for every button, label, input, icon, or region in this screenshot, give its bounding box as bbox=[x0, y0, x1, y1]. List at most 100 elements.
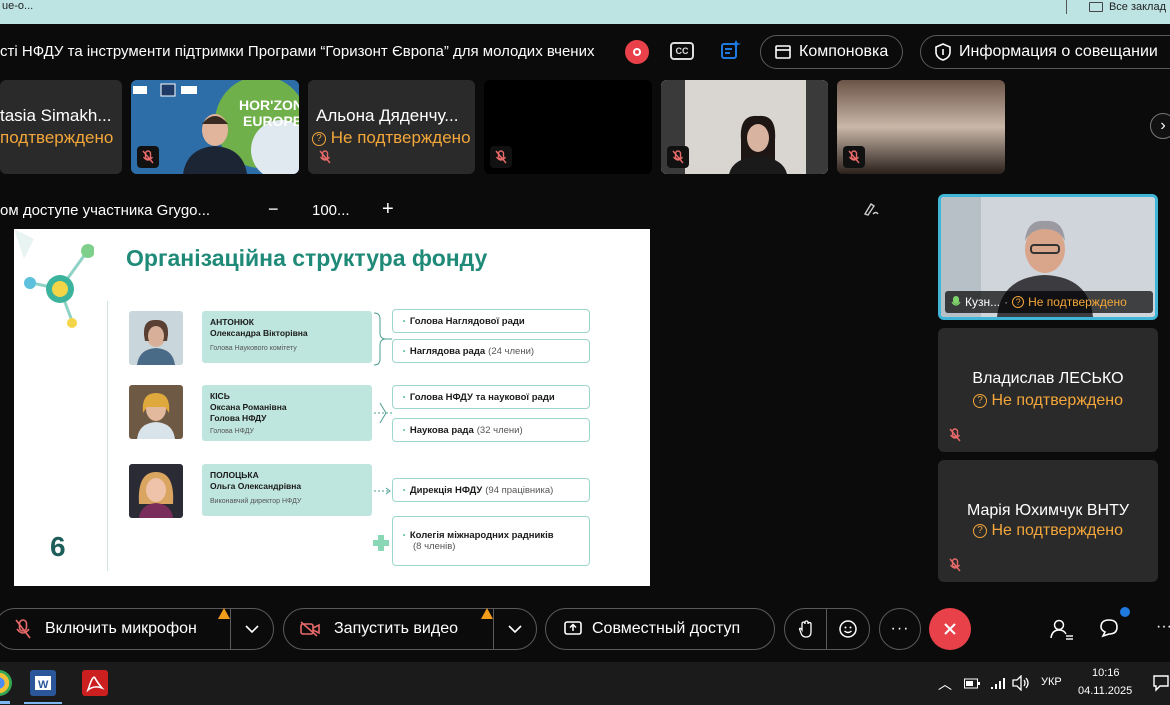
bookmarks-folder[interactable]: Все заклад bbox=[1109, 1, 1166, 13]
person-name: Ольга Олександрівна bbox=[210, 481, 302, 491]
zoom-level[interactable]: 100... bbox=[312, 202, 350, 219]
person-photo bbox=[129, 464, 183, 518]
reactions-group bbox=[784, 608, 870, 650]
participant-name: Альона Дяденчу... bbox=[316, 106, 459, 125]
slide-number: 6 bbox=[50, 531, 66, 562]
unit-icon: ◔ bbox=[401, 316, 406, 326]
leave-meeting-button[interactable] bbox=[929, 608, 971, 650]
clock-date[interactable]: 04.11.2025 bbox=[1078, 685, 1132, 697]
tab-text[interactable]: ue-o... bbox=[2, 0, 33, 12]
participant-tile[interactable]: tasia Simakh... подтверждено bbox=[0, 80, 122, 174]
language-indicator[interactable]: УКР bbox=[1041, 676, 1062, 688]
chevron-up-icon[interactable]: ︿ bbox=[938, 674, 952, 694]
participant-status: ? Не подтверждено bbox=[312, 128, 471, 148]
chevron-right-icon: › bbox=[1160, 117, 1166, 134]
svg-text:HOR'ZON: HOR'ZON bbox=[239, 97, 299, 113]
windows-taskbar: W ︿ УКР 10:16 04.11.2025 bbox=[0, 662, 1170, 705]
unit-icon: ◔ bbox=[401, 531, 406, 540]
layout-icon bbox=[775, 45, 791, 59]
speaker-status: Не подтверждено bbox=[1028, 295, 1127, 309]
muted-mic-icon bbox=[944, 424, 966, 446]
word-icon[interactable]: W bbox=[30, 670, 56, 696]
captions-button[interactable]: CC bbox=[670, 42, 694, 60]
person-name: Оксана Романівна bbox=[210, 402, 287, 412]
chat-icon[interactable] bbox=[1098, 606, 1130, 640]
person-card: ПОЛОЦЬКА Ольга Олександрівна Виконавчий … bbox=[202, 464, 372, 516]
active-app-indicator bbox=[0, 701, 10, 704]
unmute-button[interactable]: Включить микрофон bbox=[0, 609, 231, 649]
mic-off-icon bbox=[15, 619, 31, 639]
next-participants-button[interactable]: › bbox=[1150, 113, 1170, 139]
muted-mic-icon bbox=[843, 146, 865, 168]
person-role: Виконавчий директор НФДУ bbox=[210, 498, 302, 505]
question-icon: ? bbox=[972, 524, 987, 538]
video-options-button[interactable] bbox=[494, 625, 536, 633]
battery-icon[interactable] bbox=[964, 678, 980, 690]
plus-icon bbox=[373, 535, 389, 551]
chrome-icon[interactable] bbox=[0, 670, 12, 696]
network-icon[interactable] bbox=[990, 676, 1006, 690]
volume-icon[interactable] bbox=[1012, 675, 1030, 691]
divider bbox=[1065, 0, 1067, 14]
participant-tile[interactable]: Марія Юхимчук ВНТУ ? Не подтверждено bbox=[938, 460, 1158, 582]
record-icon bbox=[633, 48, 641, 56]
speaker-label: Кузн... · ? Не подтверждено bbox=[945, 291, 1153, 313]
person-role: Голова Наукового комітету bbox=[210, 345, 297, 352]
shared-screen-toolbar: ом доступе участника Grygo... − 100... + bbox=[0, 196, 930, 226]
org-unit: ◔ Дирекція НФДУ (94 працівника) bbox=[392, 478, 590, 502]
ai-assistant-icon[interactable] bbox=[720, 38, 742, 62]
participant-tile-video[interactable] bbox=[837, 80, 1005, 174]
mic-options-button[interactable] bbox=[231, 625, 273, 633]
meeting-info-button[interactable]: Информация о совещании bbox=[920, 35, 1170, 69]
question-icon: ? bbox=[312, 132, 326, 146]
share-button[interactable]: Совместный доступ bbox=[545, 608, 775, 650]
raise-hand-icon bbox=[798, 620, 812, 638]
participants-icon[interactable] bbox=[1050, 618, 1074, 640]
person-photo bbox=[129, 385, 183, 439]
reactions-button[interactable] bbox=[827, 609, 869, 649]
folder-icon bbox=[1088, 2, 1103, 12]
chevron-down-icon bbox=[245, 625, 259, 633]
start-video-button[interactable]: Запустить видео bbox=[284, 609, 494, 649]
more-icon: ··· bbox=[890, 620, 910, 637]
more-options-button[interactable]: ··· bbox=[879, 608, 921, 650]
org-unit: ◔ Голова Наглядової ради bbox=[392, 309, 590, 333]
participant-tile-video[interactable] bbox=[661, 80, 828, 174]
speaker-name: Кузн... bbox=[965, 295, 1001, 309]
person-name: Олександра Вікторівна bbox=[210, 328, 308, 338]
person-card: КІСЬ Оксана Романівна Голова НФДУ Голова… bbox=[202, 385, 372, 441]
org-unit: ◔ Голова НФДУ та наукової ради bbox=[392, 385, 590, 409]
person-surname: АНТОНЮК bbox=[210, 317, 254, 327]
shared-slide: Організаційна структура фонду АНТОНЮК Ол… bbox=[14, 229, 650, 586]
zoom-out-button[interactable]: − bbox=[268, 199, 279, 220]
participant-tile-dark[interactable] bbox=[484, 80, 652, 174]
zoom-in-button[interactable]: + bbox=[382, 198, 394, 221]
participant-tile-video[interactable]: HOR'ZON EUROPE bbox=[131, 80, 299, 174]
question-icon: ? bbox=[1012, 296, 1025, 308]
participant-tile[interactable]: Владислав ЛЕСЬКО ? Не подтверждено bbox=[938, 328, 1158, 452]
person-card: АНТОНЮК Олександра Вікторівна Голова Нау… bbox=[202, 311, 372, 363]
annotate-icon[interactable] bbox=[862, 200, 880, 218]
question-icon: ? bbox=[972, 394, 987, 408]
meeting-info-label: Информация о совещании bbox=[959, 43, 1158, 60]
muted-mic-icon bbox=[667, 146, 689, 168]
muted-mic-icon bbox=[944, 554, 966, 576]
unit-icon: ◔ bbox=[401, 485, 406, 495]
raise-hand-button[interactable] bbox=[785, 609, 827, 649]
overflow-icon[interactable]: ··· bbox=[1156, 618, 1170, 636]
muted-mic-icon bbox=[490, 146, 512, 168]
participant-status: ? Не подтверждено bbox=[938, 392, 1158, 410]
share-screen-icon bbox=[564, 621, 582, 635]
acrobat-icon[interactable] bbox=[82, 670, 108, 696]
layout-button[interactable]: Компоновка bbox=[760, 35, 904, 69]
muted-mic-icon bbox=[137, 146, 159, 168]
share-label: Совместный доступ bbox=[592, 620, 741, 637]
recording-button[interactable] bbox=[625, 40, 649, 64]
notifications-icon[interactable] bbox=[1152, 674, 1170, 692]
clock-time[interactable]: 10:16 bbox=[1092, 667, 1120, 679]
unit-icon: ◔ bbox=[401, 425, 406, 435]
person-surname: ПОЛОЦЬКА bbox=[210, 470, 259, 480]
active-speaker-tile[interactable]: Кузн... · ? Не подтверждено bbox=[938, 194, 1158, 320]
participant-tile[interactable]: Альона Дяденчу... ? Не подтверждено bbox=[308, 80, 475, 174]
unmute-label: Включить микрофон bbox=[45, 620, 197, 637]
